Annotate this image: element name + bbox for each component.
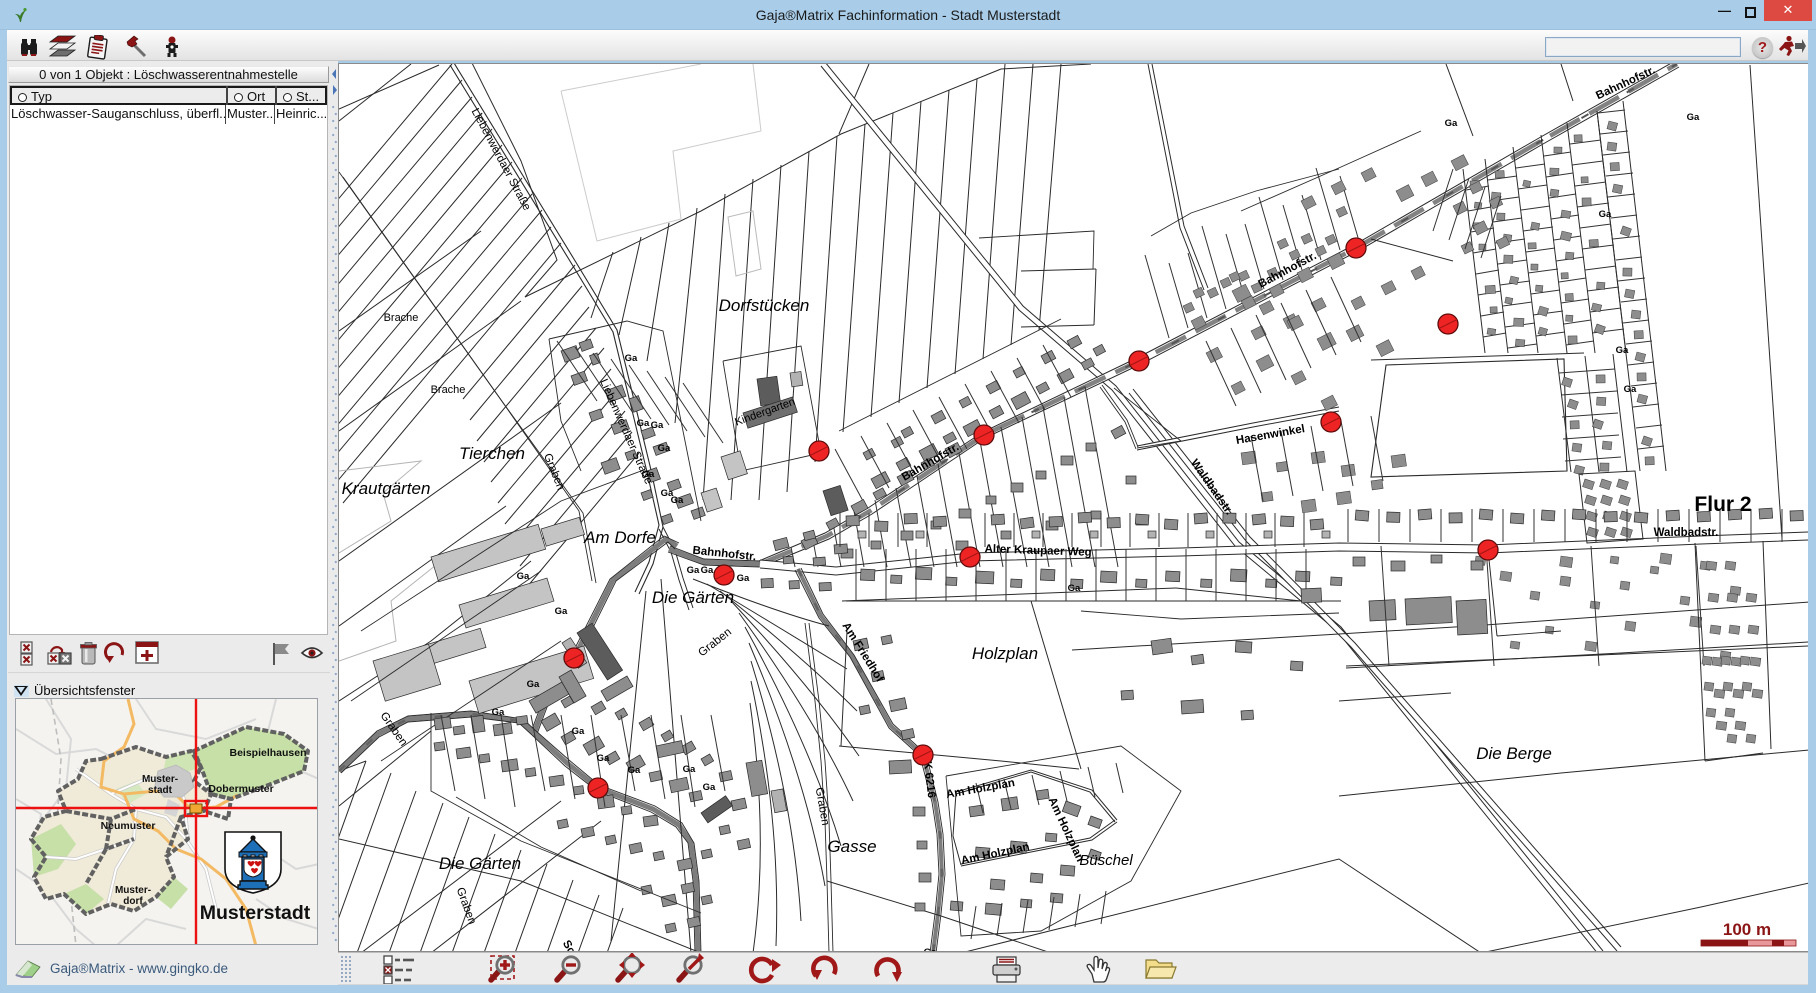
svg-text:Brache: Brache [431,384,466,396]
svg-text:Ga: Ga [737,573,750,584]
svg-text:Ga: Ga [572,726,585,737]
svg-text:Ga: Ga [555,606,568,617]
svg-text:Neumuster: Neumuster [101,820,156,832]
svg-text:Ga: Ga [1687,112,1700,123]
svg-text:Ga: Ga [637,418,650,429]
svg-text:Ga: Ga [1616,345,1629,356]
svg-text:Ga: Ga [651,420,664,431]
svg-text:Musterstadt: Musterstadt [200,902,311,924]
svg-text:Ga: Ga [1599,209,1612,220]
svg-text:Gasse: Gasse [827,837,876,856]
svg-text:Dobermuster: Dobermuster [208,783,273,795]
svg-text:Die Gärten: Die Gärten [652,588,734,607]
svg-text:Ga: Ga [517,571,530,582]
svg-text:Beispielhausen: Beispielhausen [229,747,306,759]
svg-text:dorf: dorf [123,896,143,907]
svg-text:Muster-: Muster- [115,885,151,896]
svg-text:Ga: Ga [1445,118,1458,129]
svg-text:Die Gärten: Die Gärten [439,854,521,873]
svg-text:Ga: Ga [527,679,540,690]
svg-text:Ga: Ga [703,782,716,793]
svg-text:Ga: Ga [683,764,696,775]
svg-text:Ga: Ga [671,495,684,506]
svg-text:Die Berge: Die Berge [1476,744,1552,763]
svg-text:Ga: Ga [687,565,700,576]
svg-text:Ga: Ga [642,469,655,480]
svg-text:Brache: Brache [384,312,419,324]
svg-text:Tierchen: Tierchen [459,444,525,463]
svg-text:stadt: stadt [148,785,173,796]
svg-text:Ga: Ga [597,753,610,764]
svg-text:Ga: Ga [701,565,714,576]
svg-text:100 m: 100 m [1723,920,1771,939]
svg-text:Holzplan: Holzplan [972,644,1038,663]
svg-text:Dorfstücken: Dorfstücken [719,296,810,315]
svg-text:Flur 2: Flur 2 [1694,493,1751,516]
svg-text:Ga: Ga [625,353,638,364]
svg-text:Büschel: Büschel [1079,852,1133,869]
svg-text:Am Dorfe: Am Dorfe [583,528,656,547]
svg-text:Krautgärten: Krautgärten [342,479,431,498]
svg-text:Ga: Ga [628,765,641,776]
svg-text:Muster-: Muster- [142,774,178,785]
svg-text:Ga: Ga [1068,583,1081,594]
svg-text:Ga: Ga [658,443,671,454]
svg-text:Ga: Ga [1624,384,1637,395]
svg-text:Ga: Ga [492,707,505,718]
svg-text:Waldbadstr.: Waldbadstr. [1654,527,1719,539]
